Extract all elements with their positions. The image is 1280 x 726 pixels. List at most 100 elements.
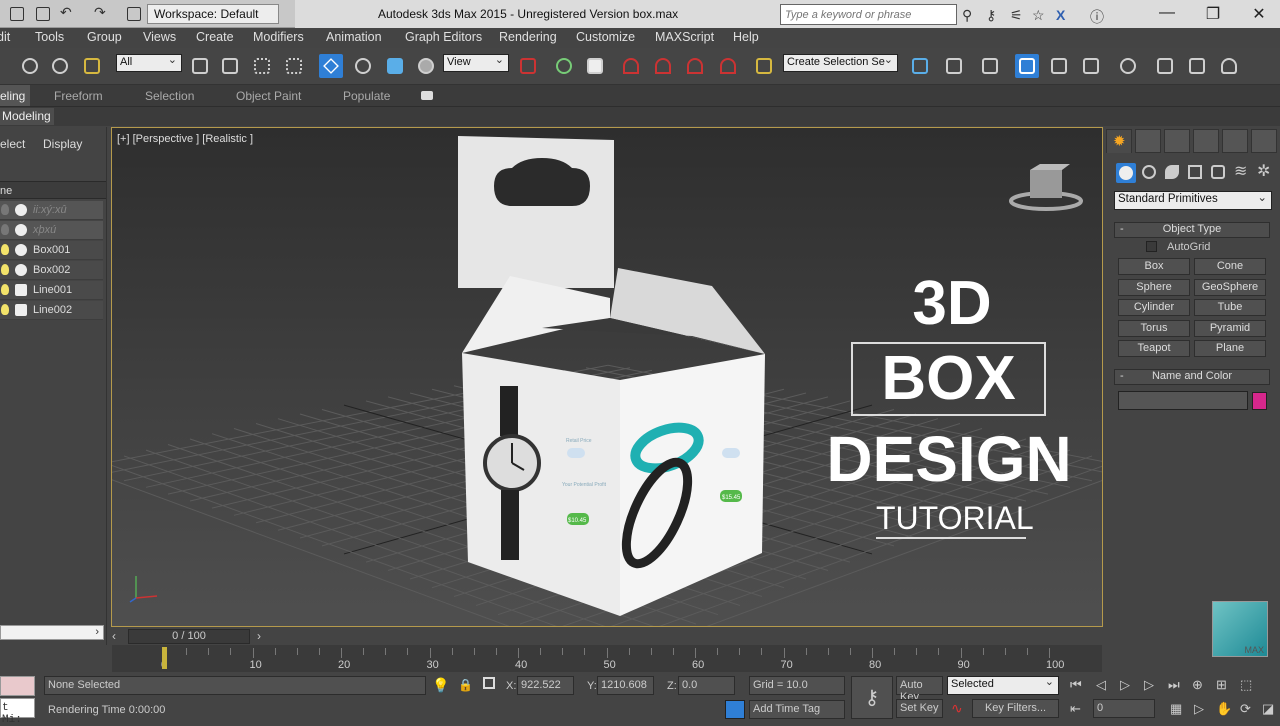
create-pyramid-button[interactable]: Pyramid — [1194, 319, 1266, 337]
pan-icon[interactable]: ✋ — [1216, 701, 1232, 717]
favorites-star-icon[interactable]: ☆ — [1032, 7, 1045, 24]
maximize-viewport-icon[interactable]: ◪ — [1262, 701, 1274, 717]
y-coordinate-input[interactable]: 1210.608 — [597, 676, 654, 695]
key-mode-dropdown[interactable]: Selected — [947, 675, 1059, 695]
menu-help[interactable]: Help — [733, 30, 759, 44]
scene-item[interactable]: Line002 — [0, 301, 103, 320]
object-color-swatch[interactable] — [1252, 392, 1267, 410]
select-by-name-icon[interactable] — [218, 54, 242, 78]
object-category-dropdown[interactable]: Standard Primitives — [1114, 190, 1272, 210]
menu-maxscript[interactable]: MAXScript — [655, 30, 714, 44]
track-bar[interactable]: 0102030405060708090100 — [112, 645, 1102, 672]
viewport-label-menu[interactable]: [+] [Perspective ] [Realistic ] — [117, 133, 253, 145]
add-time-tag-button[interactable]: Add Time Tag — [749, 700, 845, 719]
tab-select[interactable]: elect — [0, 137, 25, 151]
create-tube-button[interactable]: Tube — [1194, 299, 1266, 316]
pivot-center-icon[interactable] — [516, 54, 540, 78]
display-tab-icon[interactable] — [1222, 129, 1248, 153]
edit-named-selection-icon[interactable] — [752, 54, 776, 78]
go-to-end-icon[interactable]: ⏭ — [1168, 677, 1180, 693]
ribbon-options-icon[interactable] — [421, 91, 433, 100]
create-cylinder-button[interactable]: Cylinder — [1118, 299, 1190, 316]
current-time-marker[interactable] — [162, 647, 167, 669]
menu-create[interactable]: Create — [196, 30, 234, 44]
menu-tools[interactable]: Tools — [35, 30, 64, 44]
maximize-button[interactable]: ❐ — [1198, 4, 1228, 24]
create-box-button[interactable]: Box — [1118, 258, 1190, 275]
create-geosphere-button[interactable]: GeoSphere — [1194, 278, 1266, 296]
absolute-transform-icon[interactable] — [483, 677, 495, 689]
create-teapot-button[interactable]: Teapot — [1118, 340, 1190, 357]
space-warps-icon[interactable]: ≋ — [1234, 161, 1247, 181]
shapes-icon[interactable] — [1142, 165, 1156, 179]
systems-icon[interactable]: ✲ — [1257, 161, 1270, 181]
select-and-rotate-icon[interactable] — [351, 54, 375, 78]
name-and-color-rollout[interactable]: - Name and Color — [1114, 369, 1270, 385]
key-mode-toggle-icon[interactable]: ⇤ — [1070, 701, 1081, 717]
field-of-view-icon[interactable]: ▷ — [1194, 701, 1204, 717]
selection-lock-icon[interactable]: 🔒 — [458, 678, 473, 692]
create-cone-button[interactable]: Cone — [1194, 258, 1266, 275]
rendered-frame-window-icon[interactable] — [1185, 54, 1209, 78]
time-config-icon[interactable]: ▦ — [1170, 701, 1182, 717]
modify-tab-icon[interactable] — [1135, 129, 1161, 153]
redo-icon[interactable]: ↷ — [94, 4, 106, 21]
tab-freeform[interactable]: Freeform — [54, 89, 103, 103]
menu-customize[interactable]: Customize — [576, 30, 635, 44]
light-bulb-icon[interactable] — [1, 224, 9, 235]
lights-icon[interactable] — [1165, 165, 1179, 179]
zoom-extents-icon[interactable]: ⬚ — [1240, 677, 1252, 693]
previous-frame-button[interactable]: ‹ — [112, 629, 126, 644]
menu-rendering[interactable]: Rendering — [499, 30, 557, 44]
previous-key-icon[interactable]: ◁ — [1096, 677, 1106, 693]
spinner-snap-icon[interactable] — [716, 54, 740, 78]
manipulate-icon[interactable] — [552, 54, 576, 78]
tab-display[interactable]: Display — [43, 137, 82, 151]
scene-explorer-toggle-icon[interactable] — [1015, 54, 1039, 78]
light-bulb-icon[interactable] — [1, 204, 9, 215]
render-production-icon[interactable] — [1217, 54, 1241, 78]
object-name-input[interactable] — [1118, 391, 1248, 410]
menu-views[interactable]: Views — [143, 30, 176, 44]
workspace-dropdown[interactable]: Workspace: Default — [147, 4, 279, 24]
helpers-icon[interactable] — [1211, 165, 1225, 179]
minimize-button[interactable]: — — [1152, 4, 1182, 22]
percent-snap-icon[interactable] — [683, 54, 707, 78]
x-coordinate-input[interactable]: 922.522 — [517, 676, 574, 695]
create-plane-button[interactable]: Plane — [1194, 340, 1266, 357]
scene-item[interactable]: Box002 — [0, 261, 103, 280]
maxscript-listener-pink[interactable] — [0, 676, 35, 696]
align-icon[interactable] — [942, 54, 966, 78]
next-frame-button[interactable]: › — [252, 629, 266, 644]
light-bulb-icon[interactable] — [1, 264, 9, 275]
reference-coordinate-dropdown[interactable]: View — [443, 53, 509, 72]
exchange-icon[interactable]: X — [1056, 7, 1065, 23]
angle-snap-icon[interactable] — [651, 54, 675, 78]
object-type-rollout[interactable]: - Object Type — [1114, 222, 1270, 238]
go-to-start-icon[interactable]: ⏮ — [1070, 677, 1082, 693]
time-slider-thumb[interactable]: 0 / 100 — [128, 629, 250, 644]
select-and-link-icon[interactable] — [18, 54, 42, 78]
set-key-button[interactable]: Set Key — [896, 699, 943, 718]
current-frame-input[interactable]: 0 — [1093, 699, 1155, 718]
select-object-icon[interactable] — [188, 54, 212, 78]
layer-manager-icon[interactable] — [978, 54, 1002, 78]
geometry-icon[interactable] — [1116, 163, 1136, 183]
cameras-icon[interactable] — [1188, 165, 1202, 179]
named-selection-dropdown[interactable]: Create Selection Se — [783, 53, 898, 72]
selection-filter-dropdown[interactable]: All — [116, 53, 182, 72]
autogrid-checkbox[interactable] — [1146, 241, 1157, 252]
tab-selection[interactable]: Selection — [145, 89, 194, 103]
menu-graph-editors[interactable]: Graph Editors — [405, 30, 482, 44]
binoculars-icon[interactable]: ⚲ — [962, 7, 972, 24]
horizontal-scrollbar[interactable]: › — [0, 625, 104, 640]
project-folder-icon[interactable] — [127, 7, 141, 21]
hierarchy-tab-icon[interactable] — [1164, 129, 1190, 153]
maxscript-mini-listener[interactable]: t Mi: — [0, 698, 35, 726]
select-and-scale-icon[interactable] — [383, 54, 407, 78]
light-bulb-icon[interactable] — [1, 244, 9, 255]
menu-animation[interactable]: Animation — [326, 30, 382, 44]
set-keys-key-icon[interactable]: ⚷ — [851, 676, 893, 719]
scene-item[interactable]: ii:xý:xû — [0, 201, 103, 220]
close-button[interactable]: ✕ — [1244, 4, 1274, 24]
